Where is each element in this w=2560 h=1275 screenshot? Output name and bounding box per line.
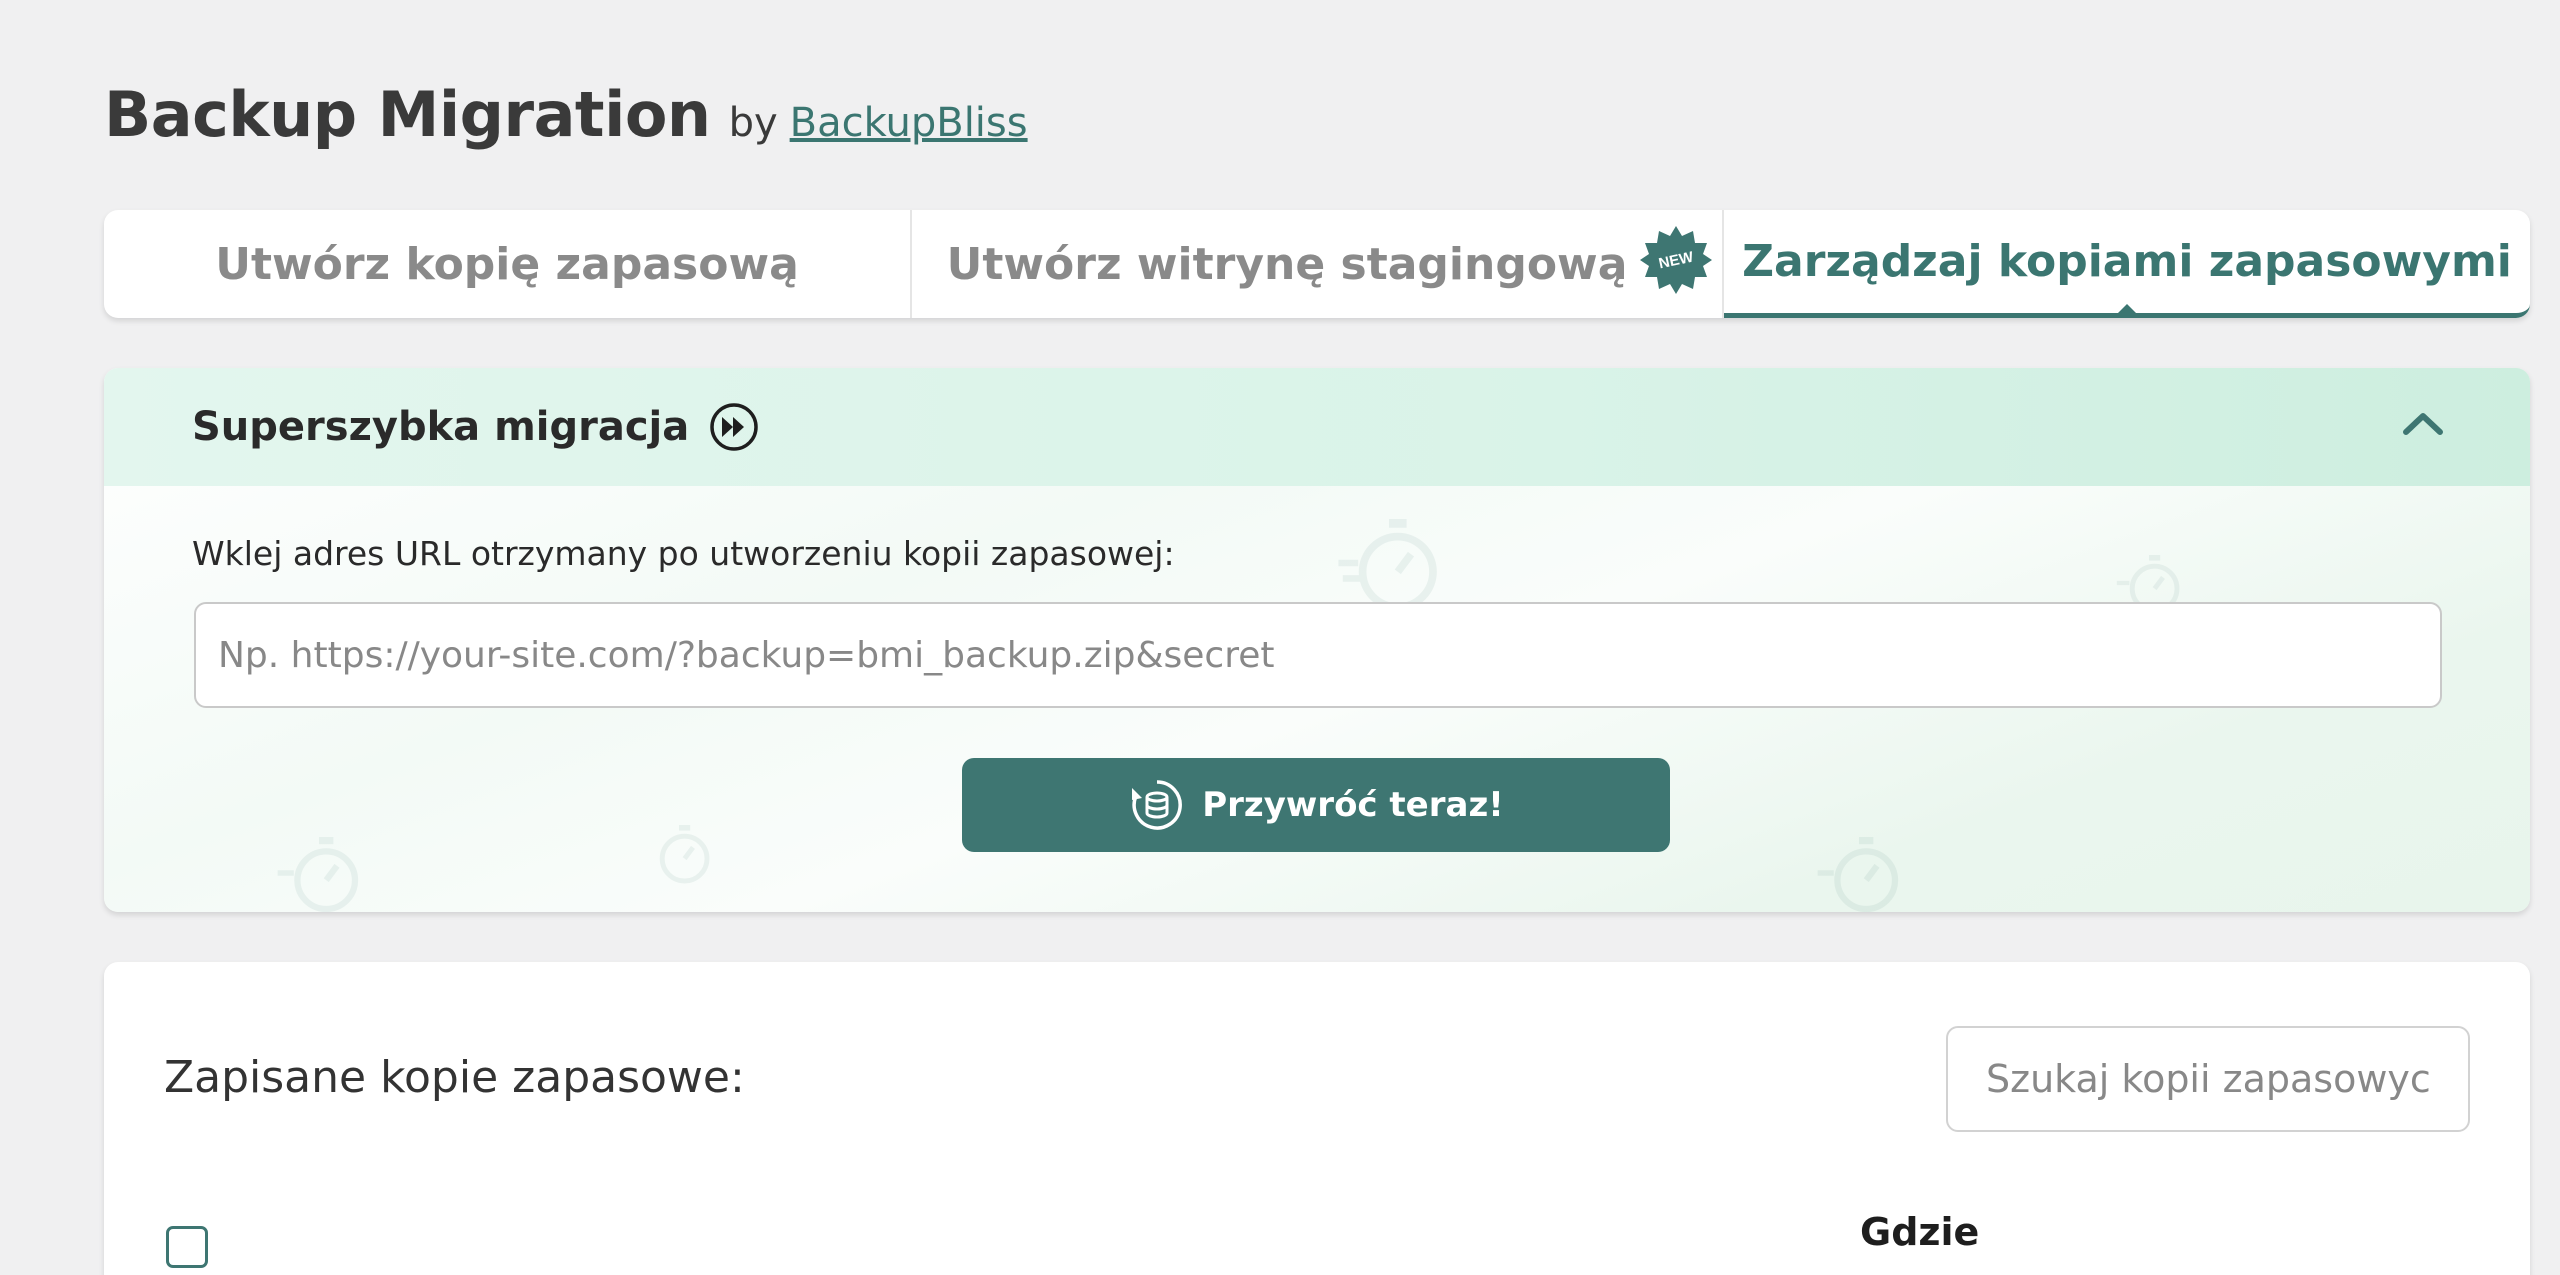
tab-create-staging[interactable]: Utwórz witrynę stagingową NEW bbox=[912, 210, 1724, 318]
page: Backup Migration by BackupBliss Utwórz k… bbox=[0, 0, 2560, 1275]
tab-bar: Utwórz kopię zapasową Utwórz witrynę sta… bbox=[104, 210, 2530, 318]
tab-create-backup[interactable]: Utwórz kopię zapasową bbox=[104, 210, 912, 318]
migration-title: Superszybka migracja bbox=[192, 404, 690, 450]
stopwatch-decor-icon bbox=[659, 825, 710, 884]
column-header-where[interactable]: Gdzie bbox=[1860, 1210, 1979, 1254]
tab-label: Zarządzaj kopiami zapasowymi bbox=[1742, 236, 2512, 287]
saved-backups-card: Zapisane kopie zapasowe: Gdzie bbox=[104, 962, 2530, 1275]
saved-backups-title: Zapisane kopie zapasowe: bbox=[164, 1052, 745, 1103]
migration-panel-header[interactable]: Superszybka migracja bbox=[104, 368, 2530, 486]
select-all-checkbox[interactable] bbox=[166, 1226, 208, 1268]
stopwatch-decor-icon bbox=[1817, 837, 1899, 912]
restore-now-label: Przywróć teraz! bbox=[1202, 785, 1504, 825]
fast-forward-icon bbox=[710, 403, 758, 451]
page-header: Backup Migration by BackupBliss bbox=[104, 78, 1028, 151]
restore-now-button[interactable]: Przywróć teraz! bbox=[962, 758, 1670, 852]
tab-manage-backups[interactable]: Zarządzaj kopiami zapasowymi bbox=[1724, 210, 2530, 318]
migration-panel: Superszybka migracja Wklej adres URL otr… bbox=[104, 368, 2530, 912]
backup-url-input[interactable] bbox=[194, 602, 2442, 708]
restore-database-icon bbox=[1132, 780, 1183, 830]
vendor-link[interactable]: BackupBliss bbox=[790, 100, 1028, 146]
url-label: Wklej adres URL otrzymany po utworzeniu … bbox=[192, 534, 1175, 573]
chevron-up-icon[interactable] bbox=[2402, 408, 2444, 438]
by-text: by bbox=[728, 100, 778, 146]
app-title: Backup Migration bbox=[104, 78, 711, 151]
search-backups-input[interactable] bbox=[1946, 1026, 2470, 1132]
tab-label: Utwórz witrynę stagingową bbox=[946, 238, 1628, 290]
new-badge-icon: NEW bbox=[1640, 226, 1712, 294]
stopwatch-decor-icon bbox=[277, 837, 359, 912]
tab-label: Utwórz kopię zapasową bbox=[215, 238, 799, 290]
